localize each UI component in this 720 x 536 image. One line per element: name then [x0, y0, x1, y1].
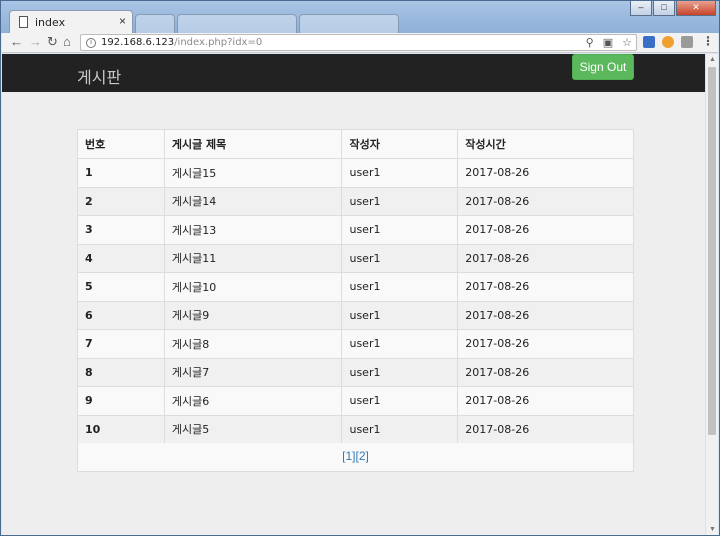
cell-author: user1: [341, 357, 459, 387]
extension-t-icon[interactable]: [681, 36, 693, 48]
minimize-button[interactable]: –: [630, 1, 652, 16]
cell-date: 2017-08-26: [457, 272, 634, 302]
cell-title[interactable]: 게시글5: [163, 414, 343, 444]
cell-number: 10: [77, 414, 165, 444]
background-tab[interactable]: [135, 14, 175, 33]
site-brand[interactable]: 게시판: [77, 64, 121, 88]
forward-icon[interactable]: →: [29, 34, 42, 49]
close-window-button[interactable]: ✕: [676, 1, 716, 16]
table-row[interactable]: 2 게시글14 user1 2017-08-26: [77, 186, 634, 216]
cell-title[interactable]: 게시글14: [163, 186, 343, 216]
cell-number: 8: [77, 357, 165, 387]
menu-icon[interactable]: ⋮: [702, 34, 714, 48]
url-text: 192.168.6.123/index.php?idx=0: [101, 37, 263, 48]
header-number: 번호: [77, 129, 165, 159]
cell-date: 2017-08-26: [457, 215, 634, 245]
pagination: [1][2]: [77, 443, 634, 472]
cell-number: 6: [77, 300, 165, 330]
browser-toolbar: ← → ↻ ⌂ i 192.168.6.123/index.php?idx=0 …: [2, 33, 718, 53]
cell-author: user1: [341, 300, 459, 330]
cell-author: user1: [341, 215, 459, 245]
document-icon: [19, 16, 28, 28]
cell-title[interactable]: 게시글6: [163, 386, 343, 416]
browser-window: index × – □ ✕ ← → ↻ ⌂ i 192.168.6.123/in…: [0, 0, 720, 536]
cell-title[interactable]: 게시글9: [163, 300, 343, 330]
cell-number: 4: [77, 243, 165, 273]
table-row[interactable]: 5 게시글10 user1 2017-08-26: [77, 272, 634, 302]
cell-date: 2017-08-26: [457, 243, 634, 273]
cell-date: 2017-08-26: [457, 158, 634, 188]
zoom-icon[interactable]: ⚲: [586, 36, 594, 49]
scroll-thumb[interactable]: [708, 67, 716, 435]
cell-number: 5: [77, 272, 165, 302]
cell-title[interactable]: 게시글11: [163, 243, 343, 273]
cell-date: 2017-08-26: [457, 386, 634, 416]
site-navbar: 게시판 Sign Out: [2, 54, 705, 92]
extension-download-icon[interactable]: [643, 36, 655, 48]
table-row[interactable]: 9 게시글6 user1 2017-08-26: [77, 386, 634, 416]
table-row[interactable]: 7 게시글8 user1 2017-08-26: [77, 329, 634, 359]
tab-close-icon[interactable]: ×: [119, 14, 126, 28]
cell-title[interactable]: 게시글13: [163, 215, 343, 245]
cell-author: user1: [341, 158, 459, 188]
address-bar[interactable]: i 192.168.6.123/index.php?idx=0 ⚲ ▣ ☆: [80, 34, 637, 51]
table-row[interactable]: 10 게시글5 user1 2017-08-26: [77, 414, 634, 444]
cell-author: user1: [341, 414, 459, 444]
extension-cookie-icon[interactable]: [662, 36, 674, 48]
cell-number: 2: [77, 186, 165, 216]
table-row[interactable]: 4 게시글11 user1 2017-08-26: [77, 243, 634, 273]
page-viewport: 게시판 Sign Out 번호 게시글 제목 작성자 작성시간 1 게시글15 us…: [2, 54, 718, 535]
scroll-up-icon[interactable]: ▲: [709, 56, 716, 63]
cell-title[interactable]: 게시글7: [163, 357, 343, 387]
tab-label: index: [35, 16, 66, 29]
scroll-down-icon[interactable]: ▼: [709, 526, 716, 533]
cell-number: 1: [77, 158, 165, 188]
tab-index[interactable]: index ×: [9, 10, 133, 33]
cell-number: 3: [77, 215, 165, 245]
home-icon[interactable]: ⌂: [63, 34, 71, 49]
table-row[interactable]: 3 게시글13 user1 2017-08-26: [77, 215, 634, 245]
cell-date: 2017-08-26: [457, 357, 634, 387]
cell-date: 2017-08-26: [457, 300, 634, 330]
info-icon[interactable]: i: [86, 38, 96, 48]
cell-author: user1: [341, 386, 459, 416]
page-link-1[interactable]: [1]: [342, 449, 355, 463]
reload-icon[interactable]: ↻: [47, 34, 58, 50]
cell-author: user1: [341, 243, 459, 273]
board-table: 번호 게시글 제목 작성자 작성시간 1 게시글15 user1 2017-08-26…: [77, 129, 634, 444]
back-icon[interactable]: ←: [10, 34, 23, 49]
cell-number: 7: [77, 329, 165, 359]
header-title: 게시글 제목: [163, 129, 343, 159]
cell-author: user1: [341, 272, 459, 302]
cell-number: 9: [77, 386, 165, 416]
cell-title[interactable]: 게시글15: [163, 158, 343, 188]
page-link-2[interactable]: [2]: [356, 449, 369, 463]
background-tab[interactable]: [299, 14, 399, 33]
tab-strip: index × – □ ✕: [1, 1, 719, 33]
star-icon[interactable]: ☆: [622, 36, 632, 49]
window-controls: – □ ✕: [630, 1, 716, 17]
translate-icon[interactable]: ▣: [603, 36, 613, 49]
header-author: 작성자: [341, 129, 459, 159]
cell-title[interactable]: 게시글10: [163, 272, 343, 302]
background-tab[interactable]: [177, 14, 297, 33]
cell-date: 2017-08-26: [457, 329, 634, 359]
cell-date: 2017-08-26: [457, 414, 634, 444]
cell-author: user1: [341, 186, 459, 216]
restore-button[interactable]: □: [653, 1, 675, 16]
sign-out-button[interactable]: Sign Out: [572, 54, 634, 80]
table-row[interactable]: 6 게시글9 user1 2017-08-26: [77, 300, 634, 330]
table-row[interactable]: 1 게시글15 user1 2017-08-26: [77, 158, 634, 188]
cell-title[interactable]: 게시글8: [163, 329, 343, 359]
vertical-scrollbar[interactable]: ▲ ▼: [705, 54, 718, 535]
header-date: 작성시간: [457, 129, 634, 159]
table-row[interactable]: 8 게시글7 user1 2017-08-26: [77, 357, 634, 387]
cell-date: 2017-08-26: [457, 186, 634, 216]
table-header-row: 번호 게시글 제목 작성자 작성시간: [77, 129, 634, 159]
cell-author: user1: [341, 329, 459, 359]
